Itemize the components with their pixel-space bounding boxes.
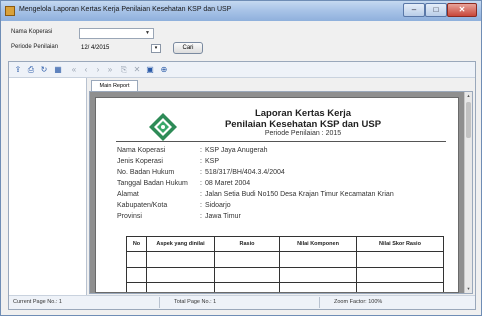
field-label: No. Badan Hukum xyxy=(117,169,175,176)
nama-koperasi-label: Nama Koperasi xyxy=(11,29,53,35)
field-label: Provinsi xyxy=(117,213,142,220)
periode-label: Periode Penilaian xyxy=(11,44,59,50)
refresh-icon[interactable]: ↻ xyxy=(39,65,49,75)
periode-value[interactable]: 12/ 4/2015 xyxy=(81,43,109,54)
prev-page-icon[interactable]: ‹ xyxy=(81,65,91,75)
close-button[interactable]: ✕ xyxy=(447,3,477,17)
table-divider xyxy=(356,251,357,292)
assessment-table: No Aspek yang dinilai Rasio Nilai Kompon… xyxy=(126,236,444,292)
vertical-scrollbar[interactable]: ▲ ▼ xyxy=(464,92,472,293)
table-divider xyxy=(279,251,280,292)
table-header-nilai-skor: Nilai Skor Rasio xyxy=(379,241,421,247)
report-title: Laporan Kertas Kerja Penilaian Kesehatan… xyxy=(188,108,418,130)
zoom-factor-status: Zoom Factor: 100% xyxy=(334,299,383,305)
field-value: 08 Maret 2004 xyxy=(205,180,251,187)
table-divider xyxy=(214,251,215,292)
current-page-status: Current Page No.: 1 xyxy=(13,299,62,305)
field-value: KSP Jaya Anugerah xyxy=(205,147,268,154)
window-title: Mengelola Laporan Kertas Kerja Penilaian… xyxy=(19,6,232,13)
table-header-nilai-komponen: Nilai Komponen xyxy=(280,237,357,251)
table-header-no: No xyxy=(127,237,147,251)
scroll-thumb[interactable] xyxy=(466,102,471,138)
nama-koperasi-combo[interactable]: ▼ xyxy=(79,28,154,39)
goto-page-icon[interactable]: ⎘ xyxy=(119,65,129,75)
header-divider xyxy=(116,141,446,142)
last-page-icon[interactable]: » xyxy=(105,65,115,75)
field-value: 518/317/BH/404.3.4/2004 xyxy=(205,169,285,176)
stop-icon[interactable]: ✕ xyxy=(132,65,142,75)
tab-main-report[interactable]: Main Report xyxy=(91,80,138,91)
table-header-rasio: Rasio xyxy=(215,237,280,251)
report-title-line1: Laporan Kertas Kerja xyxy=(254,108,352,119)
title-bar[interactable]: Mengelola Laporan Kertas Kerja Penilaian… xyxy=(1,1,481,21)
field-label: Jenis Koperasi xyxy=(117,158,163,165)
table-divider xyxy=(127,251,443,252)
table-divider xyxy=(127,282,443,283)
calendar-dropdown-icon[interactable]: ▾ xyxy=(151,44,161,53)
field-label: Nama Koperasi xyxy=(117,147,166,154)
maximize-button[interactable]: □ xyxy=(425,3,447,17)
report-page: Laporan Kertas Kerja Penilaian Kesehatan… xyxy=(95,97,459,293)
viewer-toolbar: ⇪ ⎙ ↻ ▦ « ‹ › » ⎘ ✕ ▣ ⊕ xyxy=(9,62,475,78)
periode-date-picker[interactable]: 12/ 4/2015 ▾ xyxy=(79,43,165,54)
group-tree-icon[interactable]: ▦ xyxy=(53,65,63,75)
chevron-down-icon[interactable]: ▼ xyxy=(143,30,152,37)
field-label: Kabupaten/Kota xyxy=(117,202,168,209)
report-title-line2: Penilaian Kesehatan KSP dan USP xyxy=(224,119,382,130)
zoom-icon[interactable]: ⊕ xyxy=(159,65,169,75)
cari-button[interactable]: Cari xyxy=(173,42,203,54)
print-icon[interactable]: ⎙ xyxy=(26,65,36,75)
next-page-icon[interactable]: › xyxy=(93,65,103,75)
app-icon xyxy=(5,6,15,16)
first-page-icon[interactable]: « xyxy=(69,65,79,75)
field-value: Sidoarjo xyxy=(205,202,231,209)
status-bar: Current Page No.: 1 Total Page No.: 1 Zo… xyxy=(9,295,475,309)
field-label: Alamat xyxy=(117,191,139,198)
crystal-report-viewer: ⇪ ⎙ ↻ ▦ « ‹ › » ⎘ ✕ ▣ ⊕ Main Report Lapo… xyxy=(8,61,476,310)
search-text-icon[interactable]: ▣ xyxy=(145,65,155,75)
main-window: Mengelola Laporan Kertas Kerja Penilaian… xyxy=(0,0,482,316)
field-value: Jawa Timur xyxy=(205,213,241,220)
scroll-up-icon[interactable]: ▲ xyxy=(465,92,472,100)
cooperative-logo-icon xyxy=(149,113,177,141)
scroll-down-icon[interactable]: ▼ xyxy=(465,285,472,293)
report-subtitle: Periode Penilaian : 2015 xyxy=(264,130,342,137)
report-canvas: Laporan Kertas Kerja Penilaian Kesehatan… xyxy=(89,91,473,294)
table-divider xyxy=(127,267,443,268)
field-label: Tanggal Badan Hukum xyxy=(117,180,188,187)
group-tree-pane[interactable] xyxy=(9,78,87,295)
table-divider xyxy=(146,251,147,292)
table-header-aspek: Aspek yang dinilai xyxy=(147,237,215,251)
total-page-status: Total Page No.: 1 xyxy=(174,299,217,305)
minimize-button[interactable]: – xyxy=(403,3,425,17)
field-value: Jalan Setia Budi No150 Desa Krajan Timur… xyxy=(205,191,394,198)
export-icon[interactable]: ⇪ xyxy=(13,65,23,75)
field-value: KSP xyxy=(205,158,220,165)
